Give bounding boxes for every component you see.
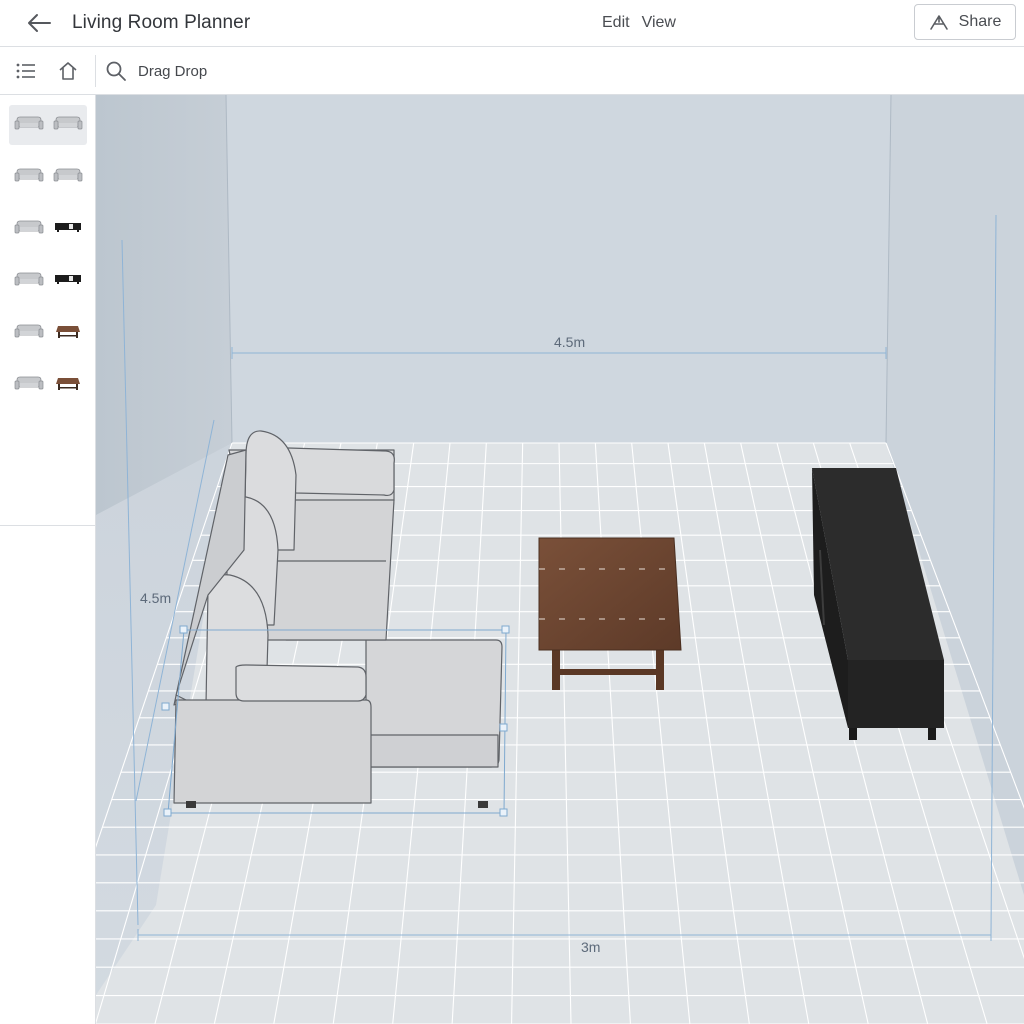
top-bar: Living Room Planner Edit View Share [0, 0, 1024, 47]
furniture-thumbnail[interactable] [9, 157, 87, 197]
back-button[interactable] [22, 8, 56, 38]
tv-stand-icon [53, 220, 83, 239]
back-wall [226, 95, 891, 443]
sofa-icon [14, 374, 44, 397]
furniture-thumbnail[interactable] [9, 313, 87, 353]
home-button[interactable] [54, 57, 82, 85]
back-wall-dimension: 4.5m [554, 334, 586, 350]
furniture-thumbnail[interactable] [9, 209, 87, 249]
list-view-button[interactable] [12, 57, 40, 85]
sofa-icon [14, 218, 44, 241]
share-button[interactable]: Share [914, 4, 1016, 40]
sofa-icon [53, 166, 83, 189]
sofa-icon [53, 114, 83, 137]
side-wall-dimension: 4.5m [140, 590, 172, 606]
menu-bar: Edit View [602, 14, 676, 32]
sofa-icon [14, 322, 44, 345]
share-label: Share [958, 13, 1002, 30]
room-scene[interactable] [96, 95, 1024, 1024]
app-title: Living Room Planner [72, 12, 251, 33]
left-wall [96, 95, 232, 515]
home-icon [59, 62, 77, 80]
furniture-sidebar [0, 95, 96, 1024]
search-button[interactable] [102, 57, 130, 85]
coffee-table-icon [54, 374, 82, 397]
room-canvas[interactable]: 4.5m 4.5m 3m [96, 95, 1024, 1024]
arrow-left-icon [28, 14, 51, 32]
sofa-icon [14, 270, 44, 293]
furniture-thumbnail[interactable] [9, 261, 87, 301]
share-icon [929, 15, 948, 30]
menu-view[interactable]: View [642, 14, 676, 32]
search-icon [106, 61, 126, 81]
toolbar: Drag Drop [0, 47, 1024, 95]
furniture-thumbnail[interactable] [9, 365, 87, 405]
furniture-thumbnail[interactable] [9, 105, 87, 145]
toolbar-separator [95, 55, 96, 87]
search-label[interactable]: Drag Drop [138, 63, 207, 80]
list-icon [16, 63, 35, 79]
menu-edit[interactable]: Edit [602, 14, 630, 32]
coffee-table-icon [54, 322, 82, 345]
sofa-icon [14, 114, 44, 137]
tv-stand-icon [53, 272, 83, 291]
sidebar-divider [0, 525, 96, 526]
front-edge-dimension: 3m [581, 939, 601, 955]
sofa-icon [14, 166, 44, 189]
